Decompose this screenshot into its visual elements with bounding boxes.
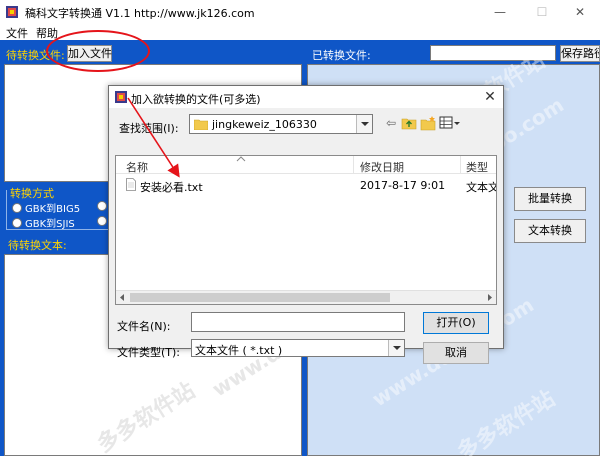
app-logo-icon: [6, 6, 18, 18]
window-title: 稿科文字转换通 V1.1 http://www.jk126.com: [25, 7, 255, 20]
save-path-button[interactable]: 保存路径: [560, 45, 600, 62]
radio-icon[interactable]: [97, 201, 107, 211]
pending-text-label: 待转换文本:: [8, 239, 67, 252]
folder-icon: [194, 119, 208, 130]
new-folder-icon[interactable]: [420, 115, 436, 131]
filetype-label: 文件类型(T):: [117, 346, 181, 359]
file-type: 文本文档: [466, 181, 496, 194]
horizontal-scrollbar[interactable]: [116, 290, 496, 304]
file-date: 2017-8-17 9:01: [360, 179, 446, 192]
scrollbar-thumb[interactable]: [130, 293, 390, 302]
file-list-header: 名称 修改日期 类型: [116, 156, 496, 174]
radio-icon[interactable]: [12, 202, 22, 213]
option-gbk-big5[interactable]: GBK到BIG5: [12, 200, 80, 215]
title-bar: 稿科文字转换通 V1.1 http://www.jk126.com — ☐ ✕: [0, 0, 600, 24]
sort-up-icon: [236, 156, 246, 162]
open-file-dialog: 加入欲转换的文件(可多选) ✕ 查找范围(I): jingkeweiz_1063…: [108, 85, 504, 364]
filetype-combo[interactable]: 文本文件 ( *.txt ): [191, 339, 405, 357]
column-divider[interactable]: [460, 156, 461, 174]
close-button[interactable]: ✕: [560, 0, 600, 24]
highlight-ellipse: [46, 30, 150, 72]
view-menu-icon[interactable]: [439, 115, 461, 131]
look-in-value: jingkeweiz_106330: [212, 118, 317, 131]
cancel-button[interactable]: 取消: [423, 342, 489, 364]
up-folder-icon[interactable]: [401, 115, 417, 131]
dialog-title-bar: 加入欲转换的文件(可多选) ✕: [109, 86, 503, 108]
dialog-title: 加入欲转换的文件(可多选): [131, 93, 261, 106]
menu-file[interactable]: 文件: [6, 25, 28, 41]
chevron-down-icon[interactable]: [356, 115, 372, 133]
filetype-value: 文本文件 ( *.txt ): [195, 344, 283, 357]
option-gbk-sjis-label: GBK到SJIS: [25, 219, 75, 230]
app-window: 稿科文字转换通 V1.1 http://www.jk126.com — ☐ ✕ …: [0, 0, 600, 466]
scroll-left-icon[interactable]: [118, 293, 126, 302]
file-list[interactable]: 名称 修改日期 类型 安装必看.txt 2017-8-17 9:01 文本文: [115, 155, 497, 305]
dialog-body: 查找范围(I): jingkeweiz_106330 ⇦ 名称 修改日期 类型 …: [109, 108, 503, 364]
batch-convert-button[interactable]: 批量转换: [514, 187, 586, 211]
minimize-button[interactable]: —: [480, 0, 520, 24]
column-type[interactable]: 类型: [466, 159, 488, 175]
option-gbk-big5-label: GBK到BIG5: [25, 204, 81, 215]
column-divider[interactable]: [353, 156, 354, 174]
option-gbk-sjis[interactable]: GBK到SJIS: [12, 215, 75, 230]
app-logo-icon: [115, 91, 127, 103]
column-name[interactable]: 名称: [126, 159, 148, 175]
filename-input[interactable]: [191, 312, 405, 332]
converted-files-label: 已转换文件:: [312, 49, 371, 62]
text-convert-button[interactable]: 文本转换: [514, 219, 586, 243]
dialog-close-button[interactable]: ✕: [481, 88, 499, 106]
column-date[interactable]: 修改日期: [360, 159, 404, 175]
maximize-button[interactable]: ☐: [522, 0, 562, 24]
look-in-label: 查找范围(I):: [119, 122, 179, 135]
look-in-combo[interactable]: jingkeweiz_106330: [189, 114, 373, 134]
file-name: 安装必看.txt: [140, 181, 203, 194]
text-file-icon: [126, 178, 136, 191]
radio-icon[interactable]: [97, 216, 107, 226]
filename-label: 文件名(N):: [117, 320, 171, 333]
scroll-right-icon[interactable]: [486, 293, 494, 302]
file-row[interactable]: 安装必看.txt 2017-8-17 9:01 文本文档: [116, 176, 496, 194]
open-button[interactable]: 打开(O): [423, 312, 489, 334]
radio-icon[interactable]: [12, 217, 22, 228]
back-arrow-icon[interactable]: ⇦: [383, 115, 399, 131]
chevron-down-icon[interactable]: [388, 340, 404, 356]
